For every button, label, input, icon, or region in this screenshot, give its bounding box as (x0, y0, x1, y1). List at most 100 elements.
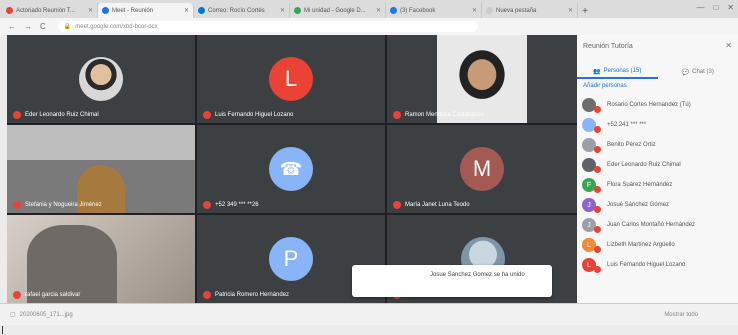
participant-name: Patricia Romero Hernández (203, 291, 289, 299)
list-item[interactable]: L Lizbeth Martínez Argüello (577, 235, 738, 255)
maximize-icon[interactable]: □ (713, 3, 718, 12)
text-cursor (2, 326, 3, 334)
file-icon: ▢ (10, 312, 16, 318)
tab-title: Mi unidad - Google D... (304, 7, 366, 14)
close-icon[interactable]: ✕ (184, 7, 189, 14)
browser-tab-4[interactable]: (3) Facebook ✕ (386, 3, 482, 18)
mic-off-icon (594, 245, 601, 253)
browser-tab-1[interactable]: Meet - Reunión ✕ (98, 3, 194, 18)
show-all-link[interactable]: Mostrar todo (664, 312, 698, 318)
phone-icon: ☎ (269, 147, 313, 191)
mic-off-icon (203, 291, 211, 299)
tab-title: Nueva pestaña (496, 7, 537, 14)
participant-tile[interactable]: Eder Leonardo Ruiz Chimal (7, 35, 195, 123)
participant-name: Stefania y Nogueira Jiménez (13, 201, 102, 209)
mic-off-icon (13, 201, 21, 209)
list-item[interactable]: Benito Pérez Ortiz (577, 135, 738, 155)
close-icon[interactable]: ✕ (88, 7, 93, 14)
favicon-icon (486, 7, 493, 14)
back-icon[interactable]: ← (8, 22, 16, 31)
mic-off-icon (13, 111, 21, 119)
meeting-title: Reunión Tutoría (583, 43, 633, 50)
close-window-icon[interactable]: ✕ (727, 3, 734, 12)
list-item[interactable]: J Juan Carlos Montañó Hernández (577, 215, 738, 235)
tab-people[interactable]: 👥 Personas (15) (577, 65, 658, 79)
avatar: M (460, 147, 504, 191)
browser-tab-3[interactable]: Mi unidad - Google D... ✕ (290, 3, 386, 18)
favicon-icon (102, 7, 109, 14)
tab-title: Actoriado Reunión T... (16, 7, 75, 14)
list-item[interactable]: Rosario Cortes Hernandez (Tú) (577, 95, 738, 115)
mic-off-icon (594, 225, 601, 233)
browser-tab-0[interactable]: Actoriado Reunión T... ✕ (2, 3, 98, 18)
participant-name: Ramon Mendoza Castellanos (393, 111, 484, 119)
mic-off-icon (594, 105, 601, 113)
address-bar: ← → C 🔒 meet.google.com/xbd-bcor-ocx (0, 18, 738, 35)
url-text: meet.google.com/xbd-bcor-ocx (75, 23, 158, 30)
tab-title: Meet - Reunión (112, 7, 154, 14)
meet-grid: Eder Leonardo Ruiz Chimal L Luis Fernand… (7, 35, 577, 303)
close-icon[interactable]: ✕ (725, 41, 732, 50)
mic-off-icon (594, 165, 601, 173)
mic-off-icon (393, 201, 401, 209)
mic-off-icon (594, 185, 601, 193)
forward-icon[interactable]: → (24, 22, 32, 31)
list-item[interactable]: F Flora Suárez Hernández (577, 175, 738, 195)
close-icon[interactable]: ✕ (280, 7, 285, 14)
download-bar: ▢ 20200605_171...jpg Mostrar todo (0, 303, 738, 325)
avatar: P (269, 237, 313, 281)
download-item[interactable]: ▢ 20200605_171...jpg (10, 311, 73, 319)
mic-off-icon (13, 291, 21, 299)
mic-off-icon (203, 111, 211, 119)
mic-off-icon (594, 265, 601, 273)
panel-tabs: 👥 Personas (15) 💬 Chat (3) (577, 65, 738, 79)
people-list: Rosario Cortes Hernandez (Tú) +52 241 **… (577, 95, 738, 275)
participant-name: Luis Fernando Higuel Lozano (203, 111, 293, 119)
list-item[interactable]: J Josué Sánchez Gómez (577, 195, 738, 215)
close-icon[interactable]: ✕ (472, 7, 477, 14)
mic-off-icon (594, 205, 601, 213)
participant-name: +52 349 *** **26 (203, 201, 259, 209)
participant-name: rafael garcia saldivar (13, 291, 80, 299)
list-item[interactable]: L Luis Fernando Higuel Lozano (577, 255, 738, 275)
list-item[interactable]: Eder Leonardo Ruiz Chimal (577, 155, 738, 175)
close-icon[interactable]: ✕ (568, 7, 573, 14)
reload-icon[interactable]: C (40, 22, 46, 31)
avatar (79, 57, 123, 101)
browser-tab-5[interactable]: Nueva pestaña ✕ (482, 3, 578, 18)
mic-off-icon (594, 145, 601, 153)
tab-strip: Actoriado Reunión T... ✕ Meet - Reunión ✕ … (0, 0, 738, 18)
avatar: L (269, 57, 313, 101)
favicon-icon (390, 7, 397, 14)
url-field[interactable]: 🔒 meet.google.com/xbd-bcor-ocx (57, 21, 478, 32)
camera-feed (437, 35, 527, 123)
mic-off-icon (393, 111, 401, 119)
favicon-icon (294, 7, 301, 14)
close-icon[interactable]: ✕ (376, 7, 381, 14)
add-people-button[interactable]: Añadir personas (583, 83, 627, 89)
participant-tile[interactable]: L Luis Fernando Higuel Lozano (197, 35, 385, 123)
new-tab-button[interactable]: + (578, 4, 592, 18)
tab-chat[interactable]: 💬 Chat (3) (658, 65, 738, 79)
people-icon: 👥 (593, 68, 601, 75)
minimize-icon[interactable]: — (696, 3, 704, 12)
participant-tile[interactable]: Ramon Mendoza Castellanos (387, 35, 577, 123)
window-controls: — □ ✕ (696, 3, 734, 12)
participant-tile[interactable]: ☎ +52 349 *** **26 (197, 125, 385, 213)
participant-tile[interactable]: rafael garcia saldivar (7, 215, 195, 303)
list-item[interactable]: +52 241 *** *** (577, 115, 738, 135)
join-notification: Josue Sanchez Gomez se ha unido (352, 265, 552, 297)
participant-name: María Janet Luna Teodo (393, 201, 470, 209)
side-panel: Reunión Tutoría ✕ 👥 Personas (15) 💬 Chat (… (577, 35, 738, 303)
participant-tile[interactable]: M María Janet Luna Teodo (387, 125, 577, 213)
favicon-icon (198, 7, 205, 14)
favicon-icon (6, 7, 13, 14)
tab-title: Correo: Rocío Cortés (208, 7, 265, 14)
mic-off-icon (594, 125, 601, 133)
tab-title: (3) Facebook (400, 7, 436, 14)
browser-window: Actoriado Reunión T... ✕ Meet - Reunión ✕ … (0, 0, 738, 335)
lock-icon: 🔒 (63, 24, 72, 30)
browser-tab-2[interactable]: Correo: Rocío Cortés ✕ (194, 3, 290, 18)
participant-tile[interactable]: Stefania y Nogueira Jiménez (7, 125, 195, 213)
mic-off-icon (203, 201, 211, 209)
